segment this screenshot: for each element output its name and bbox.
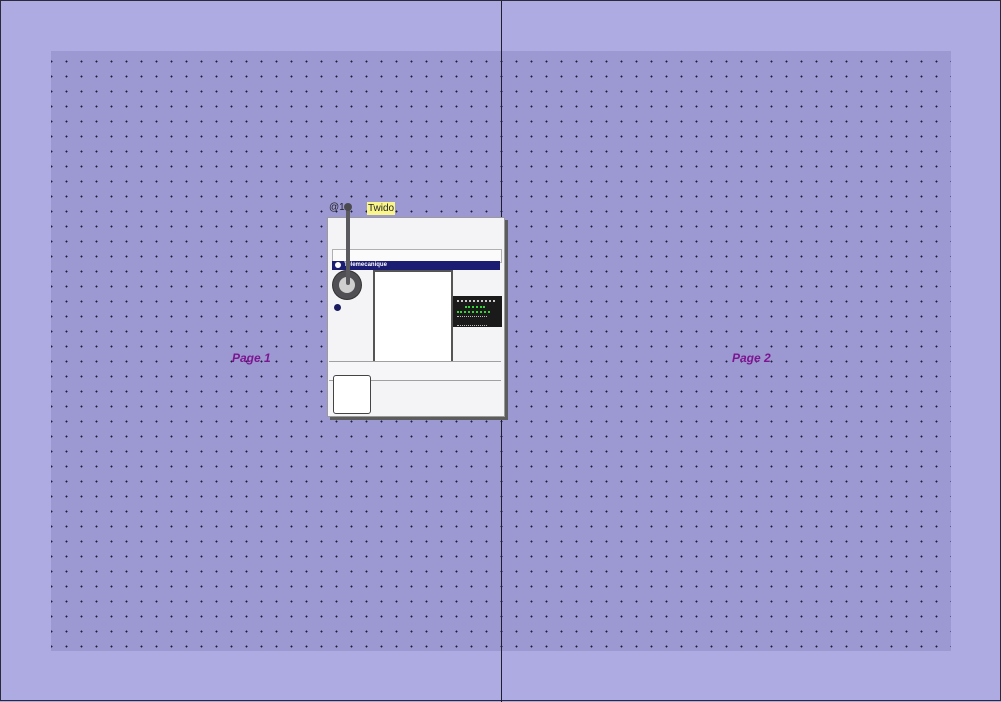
display-status-lines <box>457 316 487 326</box>
device-address: @1 <box>329 202 345 213</box>
cable-connection-point[interactable] <box>344 203 352 211</box>
expansion-slot <box>333 375 371 414</box>
brand-band: Telemecanique <box>332 261 500 270</box>
device-name-tag[interactable]: Twido <box>367 202 396 215</box>
access-door <box>373 270 453 363</box>
communication-cable[interactable] <box>346 207 350 285</box>
network-canvas[interactable]: Page 1 Page 2 @1 Twido Telemecanique <box>0 0 1001 702</box>
brand-name: Telemecanique <box>344 262 387 268</box>
display-output-leds <box>457 311 490 315</box>
brand-logo-icon <box>335 262 341 268</box>
status-led <box>334 304 341 311</box>
io-status-display <box>453 296 502 327</box>
display-input-leds <box>465 306 485 310</box>
twido-controller[interactable]: Telemecanique <box>327 217 505 417</box>
page-2-label: Page 2 <box>732 351 771 365</box>
page-1-label: Page 1 <box>232 351 271 365</box>
